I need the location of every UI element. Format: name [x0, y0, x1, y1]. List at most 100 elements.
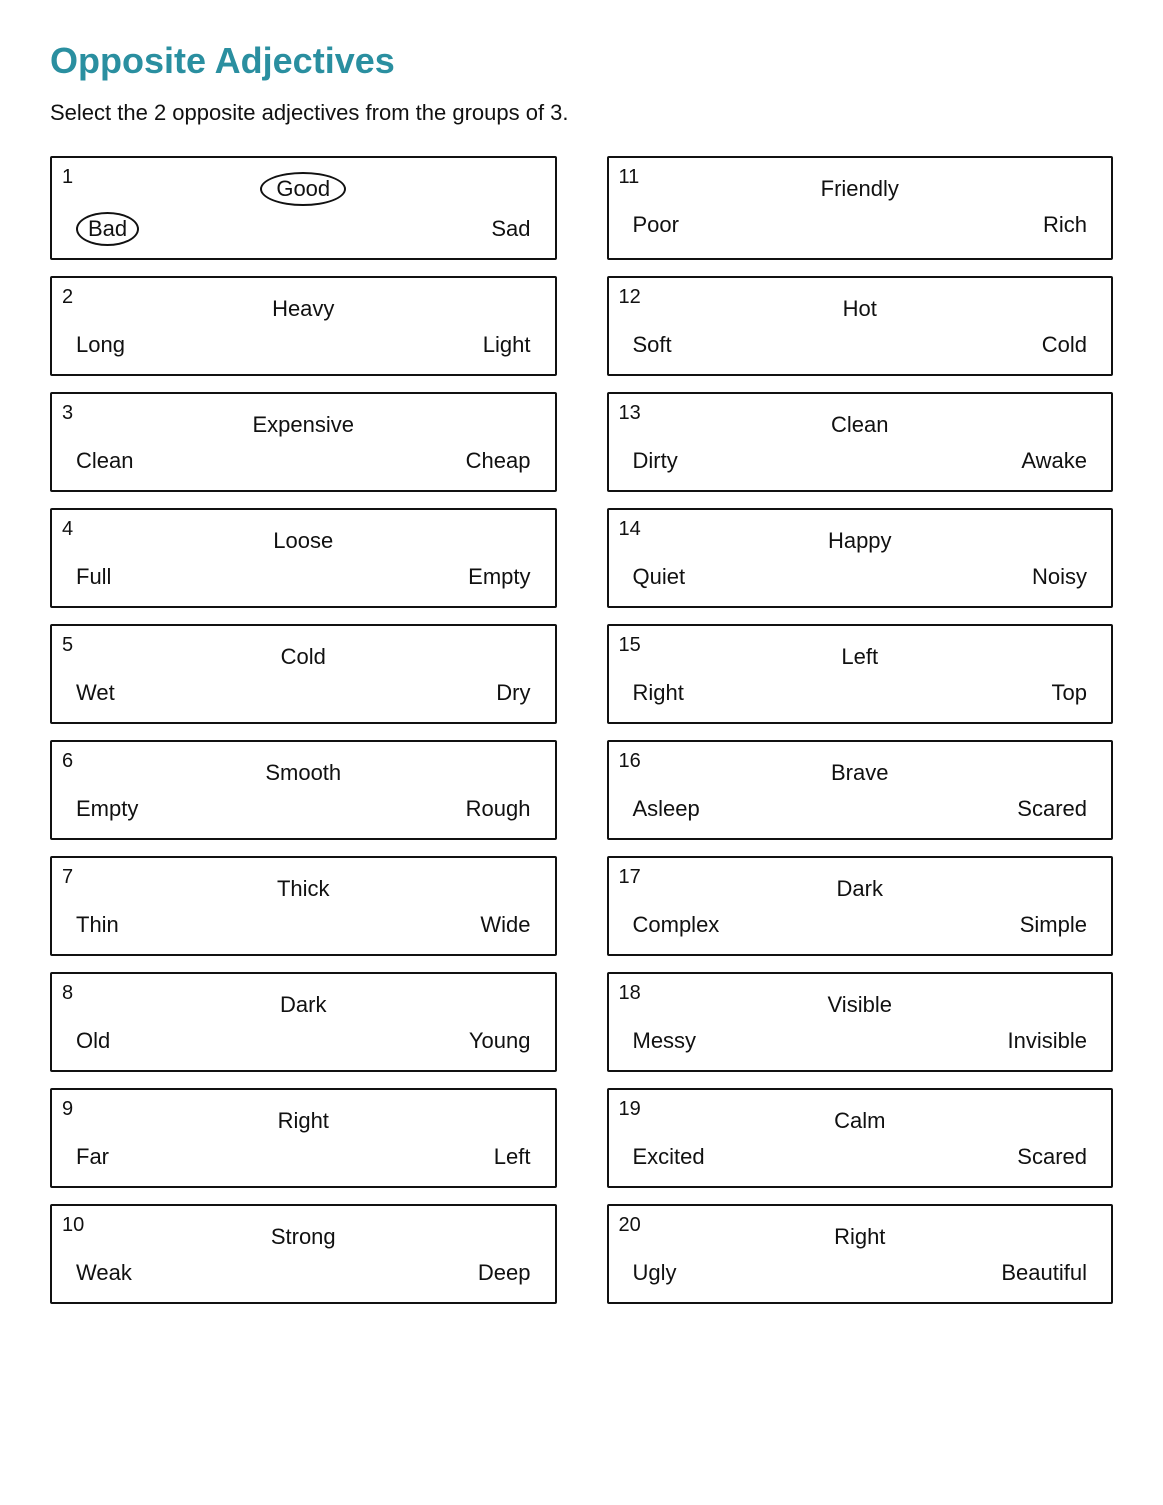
- card-left-word: Asleep: [633, 796, 700, 822]
- card-bottom-words: Dirty Awake: [623, 442, 1098, 474]
- card-number: 8: [62, 982, 73, 1005]
- card-left-word: Right: [633, 680, 684, 706]
- card-right-word: Noisy: [1032, 564, 1087, 590]
- card-item-19: 19Calm Excited Scared: [607, 1088, 1114, 1188]
- card-number: 9: [62, 1098, 73, 1121]
- card-item-18: 18VisibleMessyInvisible: [607, 972, 1114, 1072]
- card-top-word: Calm: [623, 1100, 1098, 1138]
- card-item-15: 15Left Right Top: [607, 624, 1114, 724]
- card-item-16: 16Brave Asleep Scared: [607, 740, 1114, 840]
- card-left-word: Ugly: [633, 1260, 677, 1286]
- card-left-word: Empty: [76, 796, 138, 822]
- card-left-word: Dirty: [633, 448, 678, 474]
- card-right-word: Top: [1052, 680, 1087, 706]
- card-right-word: Deep: [478, 1260, 531, 1286]
- card-number: 7: [62, 866, 73, 889]
- card-item-10: 10Strong Weak Deep: [50, 1204, 557, 1304]
- card-right-word: Invisible: [1008, 1028, 1087, 1054]
- card-number: 6: [62, 750, 73, 773]
- card-item-17: 17Dark Complex Simple: [607, 856, 1114, 956]
- card-right-word: Rough: [466, 796, 531, 822]
- card-bottom-words: QuietNoisy: [623, 558, 1098, 590]
- card-right-word: Awake: [1021, 448, 1087, 474]
- card-right-word: Simple: [1020, 912, 1087, 938]
- card-left-word: Wet: [76, 680, 115, 706]
- card-top-word: Right: [623, 1216, 1098, 1254]
- card-top-word: Dark: [623, 868, 1098, 906]
- card-item-6: 6Smooth Empty Rough: [50, 740, 557, 840]
- card-item-4: 4LooseFullEmpty: [50, 508, 557, 608]
- card-left-word: Weak: [76, 1260, 132, 1286]
- card-left-word: Thin: [76, 912, 119, 938]
- card-top-word: Right: [66, 1100, 541, 1138]
- card-top-word: Strong: [66, 1216, 541, 1254]
- card-right-word: Cheap: [466, 448, 531, 474]
- card-item-14: 14HappyQuietNoisy: [607, 508, 1114, 608]
- card-top-word: Brave: [623, 752, 1098, 790]
- card-bottom-words: ThinWide: [66, 906, 541, 938]
- card-top-word: Left: [623, 636, 1098, 674]
- card-top-word: Smooth: [66, 752, 541, 790]
- card-right-word: Beautiful: [1001, 1260, 1087, 1286]
- card-left-word: Complex: [633, 912, 720, 938]
- card-item-3: 3ExpensiveCleanCheap: [50, 392, 557, 492]
- card-left-word: Old: [76, 1028, 110, 1054]
- card-right-word: Left: [494, 1144, 531, 1170]
- card-item-12: 12HotSoftCold: [607, 276, 1114, 376]
- card-bottom-words: Clean Cheap: [66, 442, 541, 474]
- card-right-word: Rich: [1043, 212, 1087, 238]
- card-left-word: Messy: [633, 1028, 697, 1054]
- card-number: 15: [619, 634, 641, 657]
- card-item-5: 5ColdWetDry: [50, 624, 557, 724]
- card-number: 12: [619, 286, 641, 309]
- card-bottom-words: SoftCold: [623, 326, 1098, 358]
- card-number: 2: [62, 286, 73, 309]
- card-bottom-words: Long Light: [66, 326, 541, 358]
- card-top-word: Heavy: [66, 288, 541, 326]
- card-bottom-words: Bad Sad: [66, 206, 541, 246]
- card-number: 19: [619, 1098, 641, 1121]
- card-number: 20: [619, 1214, 641, 1237]
- card-bottom-words: Messy Invisible: [623, 1022, 1098, 1054]
- card-right-word: Dry: [496, 680, 530, 706]
- card-number: 17: [619, 866, 641, 889]
- card-bottom-words: Right Top: [623, 674, 1098, 706]
- circled-word: Good: [260, 172, 346, 206]
- card-item-2: 2Heavy Long Light: [50, 276, 557, 376]
- card-left-word: Excited: [633, 1144, 705, 1170]
- card-right-word: Scared: [1017, 796, 1087, 822]
- card-bottom-words: Wet Dry: [66, 674, 541, 706]
- card-top-word: Loose: [66, 520, 541, 558]
- card-right-word: Light: [483, 332, 531, 358]
- oval-word: Bad: [76, 212, 139, 246]
- card-top-word: Friendly: [623, 168, 1098, 206]
- card-item-9: 9RightFarLeft: [50, 1088, 557, 1188]
- card-right-word: Young: [469, 1028, 531, 1054]
- card-item-11: 11FriendlyPoorRich: [607, 156, 1114, 260]
- card-right-word: Scared: [1017, 1144, 1087, 1170]
- card-right-word: Empty: [468, 564, 530, 590]
- card-bottom-words: Weak Deep: [66, 1254, 541, 1286]
- card-number: 13: [619, 402, 641, 425]
- card-bottom-words: FullEmpty: [66, 558, 541, 590]
- card-number: 5: [62, 634, 73, 657]
- card-bottom-words: Old Young: [66, 1022, 541, 1054]
- card-bottom-words: Asleep Scared: [623, 790, 1098, 822]
- card-number: 14: [619, 518, 641, 541]
- card-left-word: Clean: [76, 448, 133, 474]
- card-left-word: Long: [76, 332, 125, 358]
- page-title: Opposite Adjectives: [50, 40, 1113, 82]
- card-number: 4: [62, 518, 73, 541]
- card-number: 10: [62, 1214, 84, 1237]
- card-number: 16: [619, 750, 641, 773]
- card-item-20: 20Right Ugly Beautiful: [607, 1204, 1114, 1304]
- card-number: 11: [619, 166, 640, 189]
- card-top-word: Dark: [66, 984, 541, 1022]
- card-left-word: Soft: [633, 332, 672, 358]
- card-bottom-words: FarLeft: [66, 1138, 541, 1170]
- card-item-1: 1GoodBadSad: [50, 156, 557, 260]
- card-top-word: Happy: [623, 520, 1098, 558]
- card-top-word: Thick: [66, 868, 541, 906]
- card-right-word: Sad: [491, 216, 530, 242]
- card-top-word: Hot: [623, 288, 1098, 326]
